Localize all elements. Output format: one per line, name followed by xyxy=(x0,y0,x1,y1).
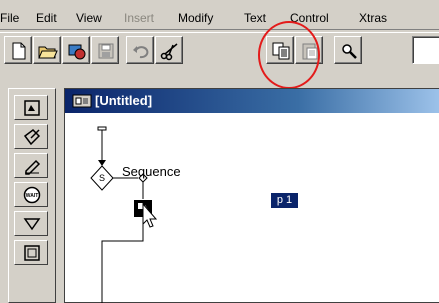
flowline-arrow xyxy=(98,160,106,166)
erase-tool-button[interactable] xyxy=(14,153,48,178)
toolbar-separator xyxy=(0,29,439,33)
flowline-graphics: S xyxy=(90,126,158,303)
decision-tool-icon xyxy=(23,218,41,231)
menu-text[interactable]: Text xyxy=(244,11,266,25)
menu-view[interactable]: View xyxy=(76,11,102,25)
open-button[interactable] xyxy=(33,36,61,64)
import-button[interactable] xyxy=(62,36,90,64)
find-button[interactable] xyxy=(334,36,362,64)
wait-tool-icon: WAIT xyxy=(23,186,41,204)
svg-text:WAIT: WAIT xyxy=(26,193,39,199)
menu-file[interactable]: File xyxy=(0,11,19,25)
icon-palette: WAIT xyxy=(8,88,56,303)
menu-edit[interactable]: Edit xyxy=(36,11,57,25)
motion-tool-button[interactable] xyxy=(14,124,48,149)
save-button[interactable] xyxy=(91,36,119,64)
new-file-icon xyxy=(12,42,26,60)
new-button[interactable] xyxy=(4,36,32,64)
menu-xtras[interactable]: Xtras xyxy=(359,11,387,25)
cut-icon xyxy=(160,43,178,61)
flowline-canvas[interactable]: S Sequence p 1 xyxy=(65,113,439,303)
cut-button[interactable] xyxy=(155,36,183,64)
wait-tool-button[interactable]: WAIT xyxy=(14,182,48,207)
menu-insert[interactable]: Insert xyxy=(124,11,154,25)
sequence-icon-letter: S xyxy=(99,173,105,183)
motion-tool-icon xyxy=(23,129,41,146)
window-titlebar[interactable]: [Untitled] xyxy=(65,89,439,113)
flowline-return-path xyxy=(101,217,144,303)
framework-tool-button[interactable] xyxy=(14,240,48,265)
display-tool-icon xyxy=(24,100,40,116)
erase-tool-icon xyxy=(25,159,41,175)
undo-icon xyxy=(133,46,149,59)
open-file-icon xyxy=(38,46,58,59)
find-icon xyxy=(342,44,357,59)
window-title: [Untitled] xyxy=(95,93,153,108)
save-icon xyxy=(98,43,114,59)
toolbar-combo-field[interactable] xyxy=(412,36,439,64)
flowline-window-icon xyxy=(72,94,92,108)
display-tool-button[interactable] xyxy=(14,95,48,120)
menu-bar: File Edit View Insert Modify Text Contro… xyxy=(0,0,439,30)
framework-tool-icon xyxy=(24,245,40,261)
undo-button[interactable] xyxy=(126,36,154,64)
flowline-window: [Untitled] S Sequence p 1 xyxy=(64,88,439,303)
import-icon xyxy=(68,44,86,60)
menu-modify[interactable]: Modify xyxy=(178,11,213,25)
highlight-circle xyxy=(258,21,320,89)
flowline-start-marker xyxy=(97,126,107,131)
decision-tool-button[interactable] xyxy=(14,211,48,236)
sequence-label: Sequence xyxy=(122,164,181,179)
selected-icon-label[interactable]: p 1 xyxy=(271,193,298,208)
